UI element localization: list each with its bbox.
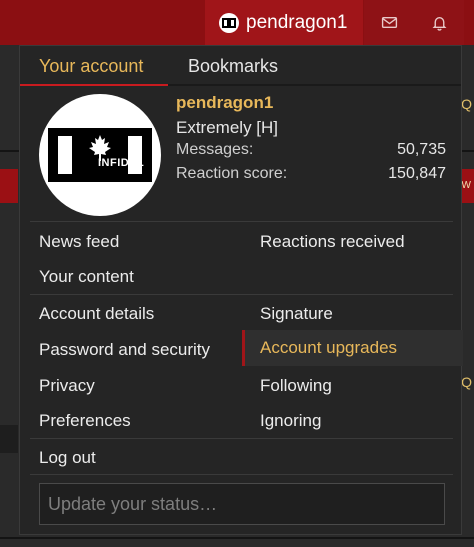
menu-item-password-security[interactable]: Password and security [39, 340, 210, 360]
stat-value[interactable]: 150,847 [388, 165, 446, 183]
stat-label: Messages: [176, 141, 254, 158]
menu-item-news-feed[interactable]: News feed [39, 232, 119, 252]
envelope-icon [381, 17, 397, 28]
stat-messages: Messages: 50,735 [176, 141, 446, 159]
menu-item-ignoring[interactable]: Ignoring [260, 411, 321, 431]
account-menu-button[interactable]: pendragon1 [205, 0, 363, 45]
status-update-input[interactable] [39, 483, 445, 525]
menu-divider [30, 221, 453, 222]
bell-icon [432, 17, 446, 31]
account-dropdown: Your account Bookmarks INFIDEL pendragon… [19, 45, 463, 535]
alerts-button[interactable] [414, 0, 464, 45]
tab-bookmarks[interactable]: Bookmarks [188, 56, 278, 77]
profile-summary: INFIDEL pendragon1 Extremely [H] Message… [20, 88, 461, 221]
menu-item-account-details[interactable]: Account details [39, 304, 154, 324]
bg-text-fragment: W [461, 180, 471, 191]
bg-dark-block [0, 425, 18, 453]
menu-item-preferences[interactable]: Preferences [39, 411, 131, 431]
stat-reaction-score: Reaction score: 150,847 [176, 165, 446, 183]
menu-item-log-out[interactable]: Log out [39, 448, 96, 468]
stat-label: Reaction score: [176, 165, 288, 182]
tab-your-account[interactable]: Your account [39, 56, 143, 77]
bg-divider [0, 537, 474, 539]
messages-button[interactable] [364, 0, 414, 45]
menu-divider [30, 474, 453, 475]
bg-red-bar-left [0, 169, 18, 203]
avatar[interactable]: INFIDEL [39, 94, 161, 216]
profile-username[interactable]: pendragon1 [176, 93, 273, 113]
bg-text-fragment: Q [461, 374, 472, 390]
header-username: pendragon1 [246, 11, 348, 33]
stat-value[interactable]: 50,735 [397, 141, 446, 159]
menu-item-account-upgrades[interactable]: Account upgrades [260, 338, 397, 358]
bg-text-fragment: Q [461, 96, 472, 112]
profile-user-title: Extremely [H] [176, 118, 279, 137]
active-tab-indicator [20, 84, 168, 86]
menu-item-reactions-received[interactable]: Reactions received [260, 232, 405, 252]
avatar-caption: INFIDEL [98, 157, 145, 169]
menu-item-signature[interactable]: Signature [260, 304, 333, 324]
menu-item-privacy[interactable]: Privacy [39, 376, 95, 396]
menu-divider [30, 294, 453, 295]
menu-divider [30, 438, 453, 439]
menu-tabs: Your account Bookmarks [20, 46, 461, 86]
avatar-flag-image: INFIDEL [48, 128, 152, 182]
menu-item-your-content[interactable]: Your content [39, 267, 134, 287]
menu-item-following[interactable]: Following [260, 376, 332, 396]
avatar [219, 12, 239, 33]
